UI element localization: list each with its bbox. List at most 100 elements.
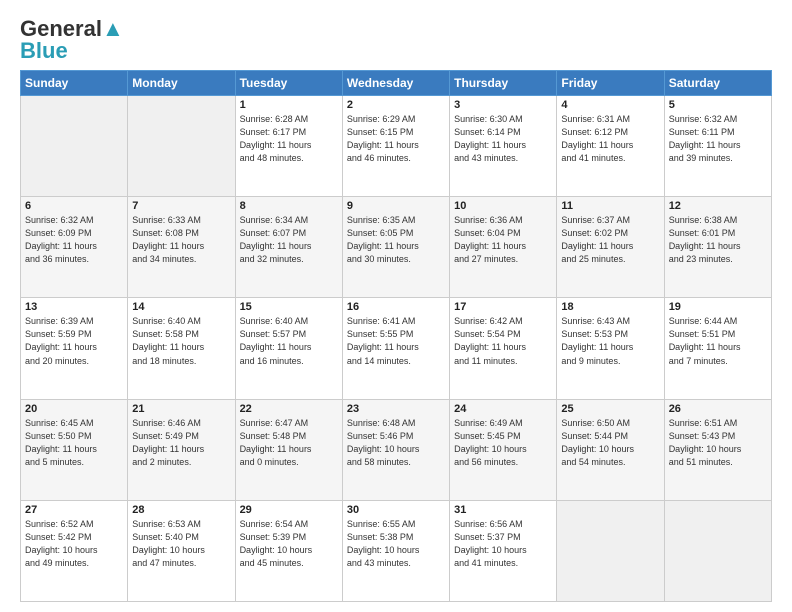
- day-info: Sunrise: 6:56 AMSunset: 5:37 PMDaylight:…: [454, 518, 552, 570]
- day-info: Sunrise: 6:35 AMSunset: 6:05 PMDaylight:…: [347, 214, 445, 266]
- day-info: Sunrise: 6:28 AMSunset: 6:17 PMDaylight:…: [240, 113, 338, 165]
- day-info: Sunrise: 6:40 AMSunset: 5:57 PMDaylight:…: [240, 315, 338, 367]
- day-number: 29: [240, 504, 338, 516]
- calendar-cell: 22 Sunrise: 6:47 AMSunset: 5:48 PMDayligh…: [235, 399, 342, 500]
- weekday-monday: Monday: [128, 71, 235, 96]
- day-number: 20: [25, 403, 123, 415]
- day-info: Sunrise: 6:36 AMSunset: 6:04 PMDaylight:…: [454, 214, 552, 266]
- calendar-cell: 31 Sunrise: 6:56 AMSunset: 5:37 PMDayligh…: [450, 500, 557, 601]
- day-number: 7: [132, 200, 230, 212]
- calendar-cell: 20 Sunrise: 6:45 AMSunset: 5:50 PMDayligh…: [21, 399, 128, 500]
- day-info: Sunrise: 6:54 AMSunset: 5:39 PMDaylight:…: [240, 518, 338, 570]
- calendar-cell: 2Sunrise: 6:29 AMSunset: 6:15 PMDaylight…: [342, 96, 449, 197]
- day-number: 9: [347, 200, 445, 212]
- weekday-tuesday: Tuesday: [235, 71, 342, 96]
- calendar-table: SundayMondayTuesdayWednesdayThursdayFrid…: [20, 70, 772, 602]
- day-number: 26: [669, 403, 767, 415]
- calendar-cell: 11Sunrise: 6:37 AMSunset: 6:02 PMDayligh…: [557, 197, 664, 298]
- day-number: 10: [454, 200, 552, 212]
- calendar-cell: 19 Sunrise: 6:44 AMSunset: 5:51 PMDayligh…: [664, 298, 771, 399]
- weekday-header-row: SundayMondayTuesdayWednesdayThursdayFrid…: [21, 71, 772, 96]
- day-info: Sunrise: 6:38 AMSunset: 6:01 PMDaylight:…: [669, 214, 767, 266]
- day-number: 21: [132, 403, 230, 415]
- weekday-sunday: Sunday: [21, 71, 128, 96]
- day-info: Sunrise: 6:45 AMSunset: 5:50 PMDaylight:…: [25, 417, 123, 469]
- calendar-cell: [664, 500, 771, 601]
- day-number: 17: [454, 301, 552, 313]
- day-number: 28: [132, 504, 230, 516]
- calendar-cell: 29 Sunrise: 6:54 AMSunset: 5:39 PMDayligh…: [235, 500, 342, 601]
- day-number: 11: [561, 200, 659, 212]
- calendar-cell: [128, 96, 235, 197]
- calendar-cell: 18 Sunrise: 6:43 AMSunset: 5:53 PMDayligh…: [557, 298, 664, 399]
- day-info: Sunrise: 6:40 AMSunset: 5:58 PMDaylight:…: [132, 315, 230, 367]
- day-info: Sunrise: 6:32 AMSunset: 6:09 PMDaylight:…: [25, 214, 123, 266]
- logo: General▲ Blue: [20, 18, 124, 62]
- week-row-1: 1 Sunrise: 6:28 AMSunset: 6:17 PMDaylight…: [21, 96, 772, 197]
- day-info: Sunrise: 6:42 AMSunset: 5:54 PMDaylight:…: [454, 315, 552, 367]
- day-number: 13: [25, 301, 123, 313]
- calendar-cell: 30 Sunrise: 6:55 AMSunset: 5:38 PMDayligh…: [342, 500, 449, 601]
- calendar-cell: 25Sunrise: 6:50 AMSunset: 5:44 PMDayligh…: [557, 399, 664, 500]
- week-row-5: 27Sunrise: 6:52 AMSunset: 5:42 PMDayligh…: [21, 500, 772, 601]
- calendar-cell: 5 Sunrise: 6:32 AMSunset: 6:11 PMDaylight…: [664, 96, 771, 197]
- calendar-cell: 16 Sunrise: 6:41 AMSunset: 5:55 PMDayligh…: [342, 298, 449, 399]
- day-info: Sunrise: 6:43 AMSunset: 5:53 PMDaylight:…: [561, 315, 659, 367]
- day-number: 30: [347, 504, 445, 516]
- calendar-cell: 27Sunrise: 6:52 AMSunset: 5:42 PMDayligh…: [21, 500, 128, 601]
- calendar-cell: 8 Sunrise: 6:34 AMSunset: 6:07 PMDaylight…: [235, 197, 342, 298]
- calendar-cell: 3 Sunrise: 6:30 AMSunset: 6:14 PMDaylight…: [450, 96, 557, 197]
- day-info: Sunrise: 6:53 AMSunset: 5:40 PMDaylight:…: [132, 518, 230, 570]
- day-info: Sunrise: 6:31 AMSunset: 6:12 PMDaylight:…: [561, 113, 659, 165]
- day-info: Sunrise: 6:41 AMSunset: 5:55 PMDaylight:…: [347, 315, 445, 367]
- day-info: Sunrise: 6:44 AMSunset: 5:51 PMDaylight:…: [669, 315, 767, 367]
- header: General▲ Blue: [20, 18, 772, 62]
- day-number: 15: [240, 301, 338, 313]
- day-number: 19: [669, 301, 767, 313]
- calendar-cell: 13 Sunrise: 6:39 AMSunset: 5:59 PMDayligh…: [21, 298, 128, 399]
- day-info: Sunrise: 6:32 AMSunset: 6:11 PMDaylight:…: [669, 113, 767, 165]
- day-info: Sunrise: 6:30 AMSunset: 6:14 PMDaylight:…: [454, 113, 552, 165]
- week-row-4: 20 Sunrise: 6:45 AMSunset: 5:50 PMDayligh…: [21, 399, 772, 500]
- day-number: 23: [347, 403, 445, 415]
- day-number: 2: [347, 99, 445, 111]
- calendar-cell: 1 Sunrise: 6:28 AMSunset: 6:17 PMDaylight…: [235, 96, 342, 197]
- calendar-cell: 23 Sunrise: 6:48 AMSunset: 5:46 PMDayligh…: [342, 399, 449, 500]
- day-number: 25: [561, 403, 659, 415]
- calendar-cell: 28 Sunrise: 6:53 AMSunset: 5:40 PMDayligh…: [128, 500, 235, 601]
- page: General▲ Blue SundayMondayTuesdayWednesd…: [0, 0, 792, 612]
- day-number: 4: [561, 99, 659, 111]
- calendar-cell: 10 Sunrise: 6:36 AMSunset: 6:04 PMDayligh…: [450, 197, 557, 298]
- week-row-2: 6Sunrise: 6:32 AMSunset: 6:09 PMDaylight…: [21, 197, 772, 298]
- calendar-cell: 21 Sunrise: 6:46 AMSunset: 5:49 PMDayligh…: [128, 399, 235, 500]
- calendar-cell: 12Sunrise: 6:38 AMSunset: 6:01 PMDayligh…: [664, 197, 771, 298]
- day-info: Sunrise: 6:55 AMSunset: 5:38 PMDaylight:…: [347, 518, 445, 570]
- calendar-cell: 6Sunrise: 6:32 AMSunset: 6:09 PMDaylight…: [21, 197, 128, 298]
- day-info: Sunrise: 6:39 AMSunset: 5:59 PMDaylight:…: [25, 315, 123, 367]
- day-info: Sunrise: 6:48 AMSunset: 5:46 PMDaylight:…: [347, 417, 445, 469]
- day-number: 8: [240, 200, 338, 212]
- calendar-cell: 26Sunrise: 6:51 AMSunset: 5:43 PMDayligh…: [664, 399, 771, 500]
- weekday-friday: Friday: [557, 71, 664, 96]
- day-number: 22: [240, 403, 338, 415]
- day-info: Sunrise: 6:47 AMSunset: 5:48 PMDaylight:…: [240, 417, 338, 469]
- day-info: Sunrise: 6:46 AMSunset: 5:49 PMDaylight:…: [132, 417, 230, 469]
- day-number: 1: [240, 99, 338, 111]
- day-info: Sunrise: 6:34 AMSunset: 6:07 PMDaylight:…: [240, 214, 338, 266]
- calendar-cell: 14Sunrise: 6:40 AMSunset: 5:58 PMDayligh…: [128, 298, 235, 399]
- day-number: 27: [25, 504, 123, 516]
- calendar-cell: 17 Sunrise: 6:42 AMSunset: 5:54 PMDayligh…: [450, 298, 557, 399]
- day-number: 31: [454, 504, 552, 516]
- day-info: Sunrise: 6:49 AMSunset: 5:45 PMDaylight:…: [454, 417, 552, 469]
- day-info: Sunrise: 6:33 AMSunset: 6:08 PMDaylight:…: [132, 214, 230, 266]
- calendar-cell: 9 Sunrise: 6:35 AMSunset: 6:05 PMDaylight…: [342, 197, 449, 298]
- logo-blue: Blue: [20, 40, 68, 62]
- week-row-3: 13 Sunrise: 6:39 AMSunset: 5:59 PMDayligh…: [21, 298, 772, 399]
- weekday-saturday: Saturday: [664, 71, 771, 96]
- calendar-cell: 15 Sunrise: 6:40 AMSunset: 5:57 PMDayligh…: [235, 298, 342, 399]
- day-number: 3: [454, 99, 552, 111]
- day-number: 5: [669, 99, 767, 111]
- calendar-cell: [557, 500, 664, 601]
- day-number: 16: [347, 301, 445, 313]
- day-number: 18: [561, 301, 659, 313]
